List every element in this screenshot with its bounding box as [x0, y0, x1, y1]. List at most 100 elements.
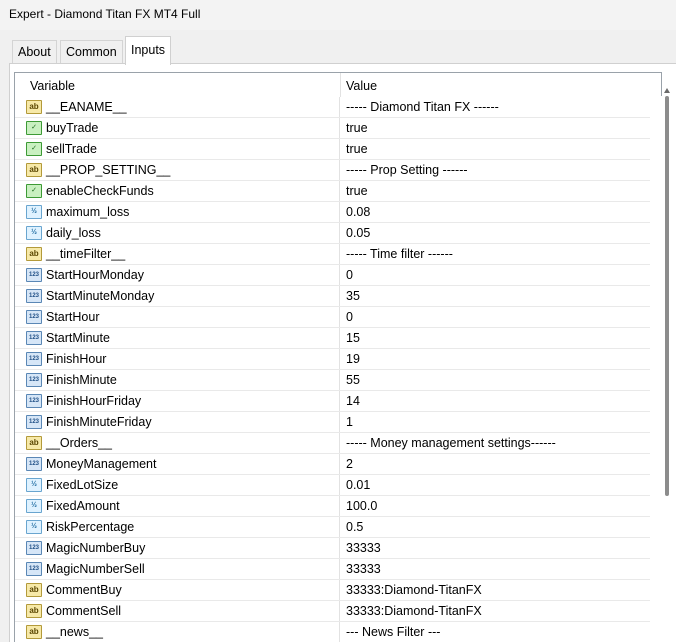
- table-row[interactable]: ab __Orders__ ----- Money management setti…: [15, 433, 661, 454]
- table-row[interactable]: 123 StartMinute 15: [15, 328, 661, 349]
- variable-value[interactable]: ----- Money management settings------: [346, 436, 556, 450]
- table-row[interactable]: ✓ buyTrade true: [15, 118, 661, 139]
- double-type-icon: ½: [26, 478, 42, 492]
- header-value[interactable]: Value: [346, 79, 377, 93]
- variable-value[interactable]: 0.5: [346, 520, 363, 534]
- variable-value[interactable]: true: [346, 121, 368, 135]
- bool-type-icon: ✓: [26, 142, 42, 156]
- tab-about[interactable]: About: [12, 40, 57, 64]
- variable-cell: 123 MagicNumberSell: [15, 559, 340, 579]
- variable-cell: 123 FinishMinuteFriday: [15, 412, 340, 432]
- variable-value[interactable]: 33333: [346, 541, 381, 555]
- integer-type-icon: 123: [26, 289, 42, 303]
- integer-type-icon: 123: [26, 394, 42, 408]
- table-row[interactable]: ½ FixedAmount 100.0: [15, 496, 661, 517]
- variable-value[interactable]: 14: [346, 394, 360, 408]
- variable-name: __Orders__: [46, 436, 113, 450]
- string-type-icon: ab: [26, 163, 42, 177]
- variable-cell: 123 StartMinute: [15, 328, 340, 348]
- variable-value[interactable]: 33333: [346, 562, 381, 576]
- table-row[interactable]: 123 FinishMinuteFriday 1: [15, 412, 661, 433]
- table-row[interactable]: ½ maximum_loss 0.08: [15, 202, 661, 223]
- variable-name: sellTrade: [46, 142, 97, 156]
- header-variable[interactable]: Variable: [30, 79, 75, 93]
- table-row[interactable]: ab __EANAME__ ----- Diamond Titan FX -----…: [15, 97, 661, 118]
- variable-cell: ab __news__: [15, 622, 340, 642]
- variable-value[interactable]: true: [346, 142, 368, 156]
- table-row[interactable]: ✓ enableCheckFunds true: [15, 181, 661, 202]
- variable-value[interactable]: 2: [346, 457, 353, 471]
- variable-value[interactable]: 1: [346, 415, 353, 429]
- double-type-icon: ½: [26, 520, 42, 534]
- table-row[interactable]: ab __timeFilter__ ----- Time filter ------: [15, 244, 661, 265]
- variable-cell: 123 StartHour: [15, 307, 340, 327]
- variable-name: StartHourMonday: [46, 268, 144, 282]
- header-divider: [340, 73, 341, 97]
- variable-value[interactable]: 33333:Diamond-TitanFX: [346, 604, 482, 618]
- variable-value[interactable]: 35: [346, 289, 360, 303]
- variable-value[interactable]: true: [346, 184, 368, 198]
- variable-value[interactable]: 19: [346, 352, 360, 366]
- variable-cell: ab __EANAME__: [15, 97, 340, 117]
- table-row[interactable]: ab CommentBuy 33333:Diamond-TitanFX: [15, 580, 661, 601]
- integer-type-icon: 123: [26, 268, 42, 282]
- string-type-icon: ab: [26, 100, 42, 114]
- variable-cell: 123 MoneyManagement: [15, 454, 340, 474]
- table-row[interactable]: 123 MoneyManagement 2: [15, 454, 661, 475]
- variable-value[interactable]: 0: [346, 268, 353, 282]
- table-row[interactable]: 123 StartHour 0: [15, 307, 661, 328]
- variable-name: FixedAmount: [46, 499, 120, 513]
- string-type-icon: ab: [26, 247, 42, 261]
- window-title: Expert - Diamond Titan FX MT4 Full: [0, 0, 676, 30]
- integer-type-icon: 123: [26, 562, 42, 576]
- variable-value[interactable]: ----- Diamond Titan FX ------: [346, 100, 499, 114]
- variable-name: __PROP_SETTING__: [46, 163, 171, 177]
- table-row[interactable]: ✓ sellTrade true: [15, 139, 661, 160]
- string-type-icon: ab: [26, 604, 42, 618]
- scrollbar-thumb[interactable]: [665, 96, 669, 496]
- table-row[interactable]: 123 FinishHourFriday 14: [15, 391, 661, 412]
- variable-value[interactable]: ----- Time filter ------: [346, 247, 453, 261]
- variable-name: MagicNumberBuy: [46, 541, 146, 555]
- table-row[interactable]: ½ RiskPercentage 0.5: [15, 517, 661, 538]
- scroll-up-icon[interactable]: [664, 88, 670, 93]
- table-row[interactable]: ½ FixedLotSize 0.01: [15, 475, 661, 496]
- integer-type-icon: 123: [26, 310, 42, 324]
- variable-value[interactable]: 0: [346, 310, 353, 324]
- grid-header: Variable Value: [15, 73, 661, 97]
- variable-value[interactable]: 100.0: [346, 499, 377, 513]
- variable-value[interactable]: 33333:Diamond-TitanFX: [346, 583, 482, 597]
- double-type-icon: ½: [26, 499, 42, 513]
- table-row[interactable]: ab CommentSell 33333:Diamond-TitanFX: [15, 601, 661, 622]
- integer-type-icon: 123: [26, 457, 42, 471]
- variable-name: CommentBuy: [46, 583, 122, 597]
- table-row[interactable]: 123 FinishHour 19: [15, 349, 661, 370]
- variable-value[interactable]: --- News Filter ---: [346, 625, 440, 639]
- table-row[interactable]: 123 StartHourMonday 0: [15, 265, 661, 286]
- table-row[interactable]: 123 StartMinuteMonday 35: [15, 286, 661, 307]
- scrollbar-track[interactable]: [650, 96, 662, 642]
- variable-cell: 123 StartMinuteMonday: [15, 286, 340, 306]
- variable-value[interactable]: 55: [346, 373, 360, 387]
- variable-value[interactable]: 0.01: [346, 478, 370, 492]
- string-type-icon: ab: [26, 583, 42, 597]
- table-row[interactable]: 123 MagicNumberSell 33333: [15, 559, 661, 580]
- variable-value[interactable]: 0.08: [346, 205, 370, 219]
- integer-type-icon: 123: [26, 373, 42, 387]
- variable-value[interactable]: 0.05: [346, 226, 370, 240]
- table-row[interactable]: 123 MagicNumberBuy 33333: [15, 538, 661, 559]
- variable-cell: ½ maximum_loss: [15, 202, 340, 222]
- tab-inputs[interactable]: Inputs: [125, 36, 172, 65]
- table-row[interactable]: ½ daily_loss 0.05: [15, 223, 661, 244]
- table-row[interactable]: ab __news__ --- News Filter ---: [15, 622, 661, 642]
- variable-cell: 123 FinishMinute: [15, 370, 340, 390]
- table-row[interactable]: ab __PROP_SETTING__ ----- Prop Setting ---…: [15, 160, 661, 181]
- variable-value[interactable]: 15: [346, 331, 360, 345]
- table-row[interactable]: 123 FinishMinute 55: [15, 370, 661, 391]
- variable-value[interactable]: ----- Prop Setting ------: [346, 163, 468, 177]
- variable-cell: 123 FinishHourFriday: [15, 391, 340, 411]
- bool-type-icon: ✓: [26, 184, 42, 198]
- variable-name: CommentSell: [46, 604, 122, 618]
- variable-name: FinishMinuteFriday: [46, 415, 152, 429]
- tab-common[interactable]: Common: [60, 40, 123, 64]
